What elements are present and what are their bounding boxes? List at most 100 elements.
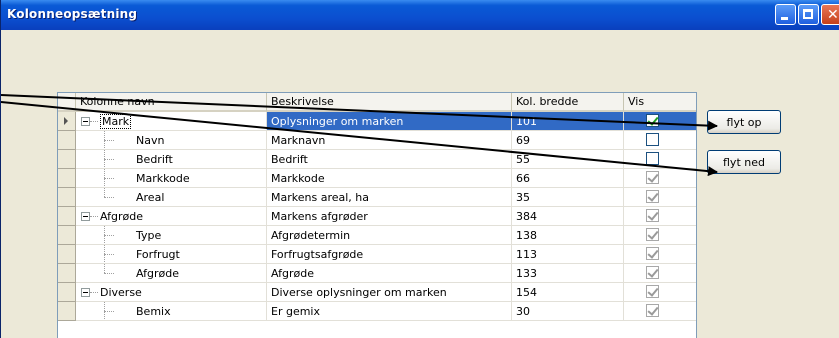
cell-kol-bredde[interactable]: 35 <box>512 188 624 207</box>
minimize-icon <box>781 17 788 20</box>
row-selector[interactable] <box>58 169 76 188</box>
cell-kol-bredde[interactable]: 101 <box>512 112 624 131</box>
table-row[interactable]: Areal Markens areal, ha 35 <box>58 188 696 207</box>
move-up-button[interactable]: flyt op <box>707 110 781 134</box>
cell-vis[interactable] <box>624 131 696 150</box>
vis-checkbox[interactable] <box>646 304 659 317</box>
header-kol-bredde[interactable]: Kol. bredde <box>512 93 624 112</box>
cell-kol-bredde[interactable]: 66 <box>512 169 624 188</box>
vis-checkbox[interactable] <box>646 190 659 203</box>
cell-kol-bredde[interactable]: 30 <box>512 302 624 321</box>
vis-checkbox[interactable] <box>646 152 659 165</box>
table-row[interactable]: Diverse Diverse oplysninger om marken 154 <box>58 283 696 302</box>
table-row[interactable]: Navn Marknavn 69 <box>58 131 696 150</box>
cell-kol-bredde[interactable]: 138 <box>512 226 624 245</box>
minimize-button[interactable] <box>775 4 796 25</box>
cell-beskrivelse[interactable]: Forfrugtsafgrøde <box>267 245 512 264</box>
row-selector[interactable] <box>58 150 76 169</box>
table-row[interactable]: Bemix Er gemix 30 <box>58 302 696 321</box>
column-setup-grid[interactable]: Kolonne navn Beskrivelse Kol. bredde Vis… <box>57 92 697 338</box>
cell-vis[interactable] <box>624 207 696 226</box>
cell-kolonne-navn[interactable]: Areal <box>76 188 267 207</box>
table-row[interactable]: Type Afgrødetermin 138 <box>58 226 696 245</box>
title-bar[interactable]: Kolonneopsætning ✕ <box>1 0 839 30</box>
row-selector[interactable] <box>58 207 76 226</box>
row-selector[interactable] <box>58 302 76 321</box>
table-row[interactable]: Bedrift Bedrift 55 <box>58 150 696 169</box>
row-selector[interactable] <box>58 245 76 264</box>
cell-beskrivelse[interactable]: Afgrødetermin <box>267 226 512 245</box>
row-selector[interactable] <box>58 188 76 207</box>
column-name-label: Areal <box>136 191 165 204</box>
table-row[interactable]: Markkode Markkode 66 <box>58 169 696 188</box>
cell-kolonne-navn[interactable]: Diverse <box>76 283 267 302</box>
column-name-label: Forfrugt <box>136 248 180 261</box>
row-selector[interactable] <box>58 112 76 131</box>
cell-kolonne-navn[interactable]: Mark <box>76 112 267 131</box>
vis-checkbox[interactable] <box>646 133 659 146</box>
table-row[interactable]: Afgrøde Markens afgrøder 384 <box>58 207 696 226</box>
cell-beskrivelse[interactable]: Markens afgrøder <box>267 207 512 226</box>
cell-kol-bredde[interactable]: 154 <box>512 283 624 302</box>
cell-beskrivelse[interactable]: Markens areal, ha <box>267 188 512 207</box>
collapse-icon[interactable] <box>81 212 90 221</box>
vis-checkbox[interactable] <box>646 114 659 127</box>
row-selector[interactable] <box>58 226 76 245</box>
collapse-icon[interactable] <box>81 117 90 126</box>
vis-checkbox[interactable] <box>646 247 659 260</box>
cell-vis[interactable] <box>624 112 696 131</box>
vis-checkbox[interactable] <box>646 228 659 241</box>
tree-connector <box>104 140 114 141</box>
maximize-button[interactable] <box>798 4 819 25</box>
collapse-icon[interactable] <box>81 288 90 297</box>
header-corner <box>58 93 76 112</box>
header-beskrivelse[interactable]: Beskrivelse <box>267 93 512 112</box>
move-down-button[interactable]: flyt ned <box>707 150 781 174</box>
cell-kolonne-navn[interactable]: Bemix <box>76 302 267 321</box>
cell-kol-bredde[interactable]: 113 <box>512 245 624 264</box>
column-name-label: Mark <box>100 114 132 129</box>
cell-kolonne-navn[interactable]: Bedrift <box>76 150 267 169</box>
vis-checkbox[interactable] <box>646 209 659 222</box>
cell-kol-bredde[interactable]: 384 <box>512 207 624 226</box>
cell-vis[interactable] <box>624 150 696 169</box>
cell-vis[interactable] <box>624 283 696 302</box>
vis-checkbox[interactable] <box>646 171 659 184</box>
row-selector[interactable] <box>58 283 76 302</box>
column-name-label: Navn <box>136 134 165 147</box>
table-row[interactable]: Mark Oplysninger om marken 101 <box>58 112 696 131</box>
cell-beskrivelse[interactable]: Er gemix <box>267 302 512 321</box>
cell-kolonne-navn[interactable]: Forfrugt <box>76 245 267 264</box>
row-selector[interactable] <box>58 264 76 283</box>
close-button[interactable]: ✕ <box>821 4 839 25</box>
cell-vis[interactable] <box>624 188 696 207</box>
cell-vis[interactable] <box>624 169 696 188</box>
vis-checkbox[interactable] <box>646 266 659 279</box>
cell-beskrivelse[interactable]: Oplysninger om marken <box>267 112 512 131</box>
cell-kolonne-navn[interactable]: Markkode <box>76 169 267 188</box>
cell-kol-bredde[interactable]: 55 <box>512 150 624 169</box>
cell-kolonne-navn[interactable]: Navn <box>76 131 267 150</box>
cell-beskrivelse[interactable]: Markkode <box>267 169 512 188</box>
cell-vis[interactable] <box>624 302 696 321</box>
tree-connector <box>104 178 114 179</box>
vis-checkbox[interactable] <box>646 285 659 298</box>
cell-vis[interactable] <box>624 245 696 264</box>
column-name-label: Afgrøde <box>136 267 179 280</box>
cell-beskrivelse[interactable]: Diverse oplysninger om marken <box>267 283 512 302</box>
cell-beskrivelse[interactable]: Bedrift <box>267 150 512 169</box>
header-kolonne-navn[interactable]: Kolonne navn <box>76 93 267 112</box>
cell-kolonne-navn[interactable]: Afgrøde <box>76 207 267 226</box>
cell-kol-bredde[interactable]: 133 <box>512 264 624 283</box>
cell-vis[interactable] <box>624 264 696 283</box>
cell-kol-bredde[interactable]: 69 <box>512 131 624 150</box>
cell-vis[interactable] <box>624 226 696 245</box>
cell-kolonne-navn[interactable]: Type <box>76 226 267 245</box>
row-selector[interactable] <box>58 131 76 150</box>
cell-kolonne-navn[interactable]: Afgrøde <box>76 264 267 283</box>
table-row[interactable]: Forfrugt Forfrugtsafgrøde 113 <box>58 245 696 264</box>
table-row[interactable]: Afgrøde Afgrøde 133 <box>58 264 696 283</box>
cell-beskrivelse[interactable]: Afgrøde <box>267 264 512 283</box>
header-vis[interactable]: Vis <box>624 93 696 112</box>
cell-beskrivelse[interactable]: Marknavn <box>267 131 512 150</box>
